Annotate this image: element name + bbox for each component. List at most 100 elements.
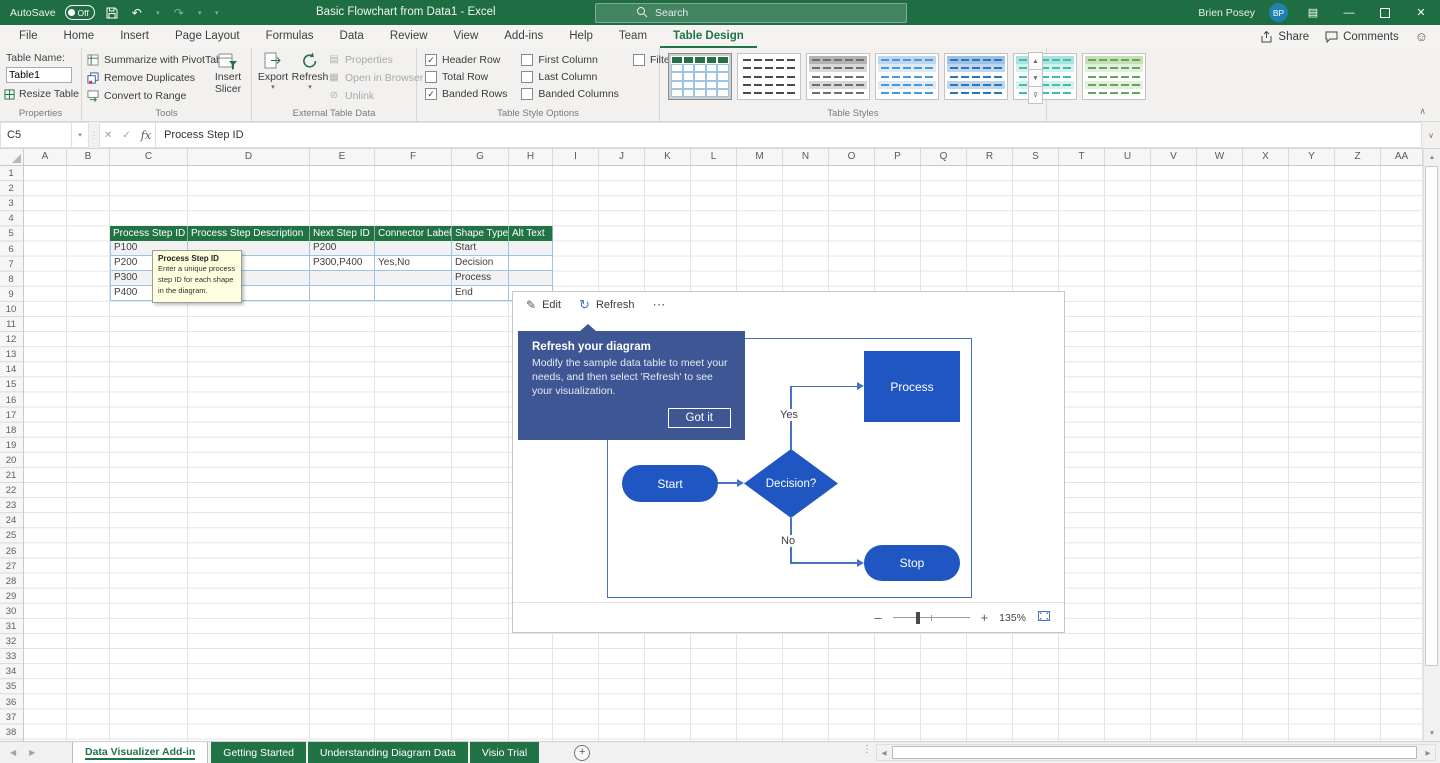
new-sheet-button[interactable]: + [574, 745, 590, 761]
refresh-button[interactable]: ↻Refresh [579, 297, 634, 313]
table-cell[interactable]: Process [452, 271, 509, 286]
column-header-N[interactable]: N [783, 149, 829, 165]
column-header-S[interactable]: S [1013, 149, 1059, 165]
undo-dropdown-icon[interactable]: ▾ [154, 4, 162, 22]
minimize-button[interactable]: — [1338, 0, 1360, 25]
ribbon-tab-help[interactable]: Help [556, 25, 606, 48]
row-header[interactable]: 25 [0, 528, 22, 543]
column-header-B[interactable]: B [67, 149, 110, 165]
formula-bar-splitter[interactable]: ⋮ [89, 122, 99, 148]
zoom-slider[interactable] [893, 617, 970, 618]
autosave-toggle[interactable]: Off [65, 5, 95, 20]
column-header-Q[interactable]: Q [921, 149, 967, 165]
table-header-cell[interactable]: Process Step Description [188, 226, 310, 241]
ribbon-tab-add-ins[interactable]: Add-ins [491, 25, 556, 48]
table-header-cell[interactable]: Process Step ID [110, 226, 188, 241]
checkbox-last-column[interactable]: Last Column [521, 69, 619, 84]
row-header[interactable]: 17 [0, 408, 22, 423]
checkbox-banded-columns[interactable]: Banded Columns [521, 86, 619, 101]
table-cell[interactable]: P300,P400 [310, 256, 375, 271]
ribbon-tab-file[interactable]: File [6, 25, 51, 48]
table-cell[interactable] [509, 241, 553, 256]
table-style-preview-light-blue-1[interactable] [875, 53, 939, 100]
column-header-T[interactable]: T [1059, 149, 1105, 165]
row-header[interactable]: 9 [0, 287, 22, 302]
insert-slicer-button[interactable]: Insert Slicer [210, 51, 246, 95]
fit-to-window-icon[interactable] [1037, 609, 1051, 626]
checkbox-total-row[interactable]: Total Row [425, 69, 507, 84]
row-header[interactable]: 26 [0, 544, 22, 559]
row-header[interactable]: 6 [0, 242, 22, 257]
horizontal-scrollbar[interactable]: ◀ ▶ [876, 744, 1436, 761]
gallery-up-button[interactable]: ▲ [1028, 52, 1043, 70]
row-header[interactable]: 3 [0, 196, 22, 211]
more-options-icon[interactable]: ⋯ [652, 297, 666, 313]
row-header[interactable]: 30 [0, 604, 22, 619]
row-header[interactable]: 27 [0, 559, 22, 574]
comments-button[interactable]: Comments [1325, 31, 1399, 43]
column-header-U[interactable]: U [1105, 149, 1151, 165]
row-header[interactable]: 15 [0, 377, 22, 392]
redo-button[interactable]: ↷ [171, 4, 187, 22]
scroll-left-icon[interactable]: ◀ [877, 745, 891, 760]
ribbon-tab-view[interactable]: View [441, 25, 492, 48]
column-header-K[interactable]: K [645, 149, 691, 165]
table-cell[interactable] [375, 286, 452, 301]
got-it-button[interactable]: Got it [668, 408, 731, 428]
refresh-ribbon-button[interactable]: Refresh▾ [292, 51, 328, 92]
table-style-preview-green[interactable] [1082, 53, 1146, 100]
sheet-tab-data-visualizer-add-in[interactable]: Data Visualizer Add-in [72, 742, 208, 763]
sheet-tab-getting-started[interactable]: Getting Started [211, 742, 306, 763]
feedback-smiley-icon[interactable]: ☺ [1415, 29, 1428, 44]
column-header-A[interactable]: A [24, 149, 67, 165]
zoom-in-icon[interactable]: + [981, 610, 989, 625]
convert-to-range-button[interactable]: Convert to Range [87, 87, 230, 104]
row-header[interactable]: 14 [0, 362, 22, 377]
gallery-down-button[interactable]: ▼ [1028, 69, 1043, 87]
ribbon-tab-insert[interactable]: Insert [107, 25, 162, 48]
collapse-ribbon-icon[interactable]: ∧ [1419, 106, 1426, 117]
table-cell[interactable] [375, 271, 452, 286]
column-header-P[interactable]: P [875, 149, 921, 165]
sheet-nav-right-icon[interactable]: ▶ [29, 748, 35, 757]
row-header[interactable]: 13 [0, 347, 22, 362]
table-cell[interactable] [509, 256, 553, 271]
sheet-tab-understanding-diagram-data[interactable]: Understanding Diagram Data [308, 742, 468, 763]
column-header-Y[interactable]: Y [1289, 149, 1335, 165]
table-cell[interactable]: Start [452, 241, 509, 256]
row-header[interactable]: 28 [0, 574, 22, 589]
checkbox-banded-rows[interactable]: ✓Banded Rows [425, 86, 507, 101]
row-header[interactable]: 11 [0, 317, 22, 332]
flowchart-decision-shape[interactable]: Decision? [744, 449, 838, 518]
restore-button[interactable] [1374, 0, 1396, 25]
ribbon-tab-formulas[interactable]: Formulas [253, 25, 327, 48]
table-header-cell[interactable]: Connector Label [375, 226, 452, 241]
column-header-X[interactable]: X [1243, 149, 1289, 165]
row-header[interactable]: 22 [0, 483, 22, 498]
insert-function-icon[interactable]: fx [141, 129, 151, 142]
table-style-preview-teal[interactable] [1013, 53, 1077, 100]
ribbon-tab-data[interactable]: Data [327, 25, 377, 48]
row-header[interactable]: 19 [0, 438, 22, 453]
row-header[interactable]: 24 [0, 513, 22, 528]
ribbon-tab-page-layout[interactable]: Page Layout [162, 25, 253, 48]
table-style-preview-light-blue-2[interactable] [944, 53, 1008, 100]
row-header[interactable]: 29 [0, 589, 22, 604]
zoom-slider-handle[interactable] [916, 612, 920, 624]
user-name[interactable]: Brien Posey [1198, 7, 1255, 19]
table-cell[interactable]: P200 [310, 241, 375, 256]
row-header[interactable]: 5 [0, 226, 22, 241]
flowchart-process-shape[interactable]: Process [864, 351, 960, 422]
ribbon-display-options-icon[interactable]: ▤ [1302, 0, 1324, 25]
name-box-dropdown-icon[interactable]: ▾ [72, 122, 89, 148]
select-all-corner[interactable] [0, 149, 24, 165]
ribbon-tab-home[interactable]: Home [51, 25, 108, 48]
column-header-G[interactable]: G [452, 149, 509, 165]
row-header[interactable]: 23 [0, 498, 22, 513]
flowchart-stop-shape[interactable]: Stop [864, 545, 960, 581]
row-header[interactable]: 33 [0, 649, 22, 664]
zoom-out-icon[interactable]: – [874, 610, 881, 625]
sheet-nav-left-icon[interactable]: ◀ [10, 748, 16, 757]
column-header-H[interactable]: H [509, 149, 553, 165]
vertical-scrollbar-thumb[interactable] [1425, 166, 1438, 666]
